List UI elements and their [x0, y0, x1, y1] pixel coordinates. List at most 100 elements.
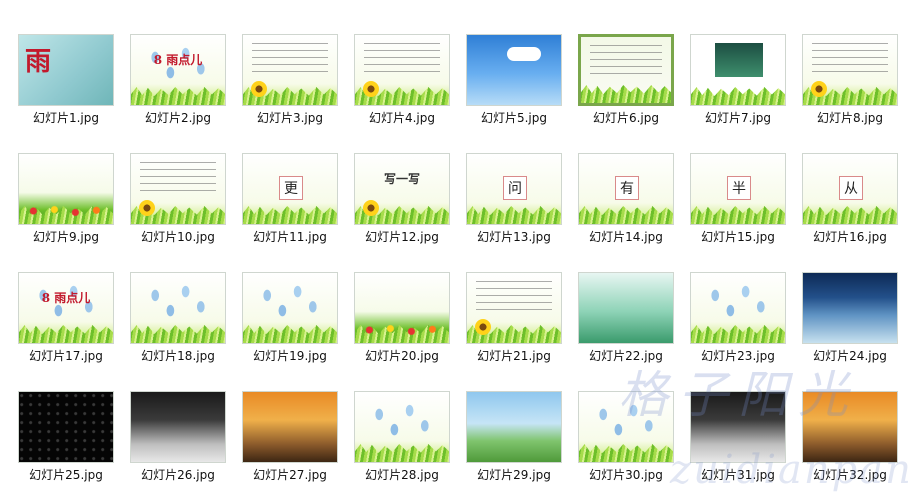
file-thumbnail[interactable]: 从	[802, 153, 898, 225]
file-thumbnail[interactable]: 更	[242, 153, 338, 225]
file-item[interactable]: 幻灯片3.jpg	[234, 34, 346, 154]
thumbnail-grass-graphic	[691, 325, 785, 343]
file-thumbnail[interactable]	[466, 391, 562, 463]
file-item[interactable]: 幻灯片32.jpg	[794, 391, 906, 500]
thumbnail-title: 雨	[25, 47, 52, 77]
file-name-label: 幻灯片7.jpg	[704, 111, 772, 125]
thumbnail-sunflower-graphic	[139, 200, 155, 216]
file-item[interactable]: 雨幻灯片1.jpg	[10, 34, 122, 154]
file-name-label: 幻灯片15.jpg	[701, 230, 775, 244]
file-item[interactable]: 幻灯片5.jpg	[458, 34, 570, 154]
file-thumbnail[interactable]	[242, 391, 338, 463]
thumbnail-grass-graphic	[581, 85, 671, 103]
file-item[interactable]: 幻灯片25.jpg	[10, 391, 122, 500]
file-thumbnail[interactable]	[802, 391, 898, 463]
file-item[interactable]: 幻灯片9.jpg	[10, 153, 122, 273]
file-item[interactable]: 幻灯片26.jpg	[122, 391, 234, 500]
file-thumbnail[interactable]	[242, 34, 338, 106]
file-item[interactable]: 幻灯片6.jpg	[570, 34, 682, 154]
file-item[interactable]: 8 雨点儿 幻灯片17.jpg	[10, 272, 122, 392]
file-item[interactable]: 幻灯片22.jpg	[570, 272, 682, 392]
file-item[interactable]: 幻灯片4.jpg	[346, 34, 458, 154]
file-item[interactable]: 幻灯片27.jpg	[234, 391, 346, 500]
thumbnail-character: 有	[615, 176, 639, 200]
file-thumbnail[interactable]: 8 雨点儿	[130, 34, 226, 106]
file-item[interactable]: 幻灯片24.jpg	[794, 272, 906, 392]
file-thumbnail[interactable]	[690, 34, 786, 106]
file-item[interactable]: 幻灯片23.jpg	[682, 272, 794, 392]
file-item[interactable]: 更幻灯片11.jpg	[234, 153, 346, 273]
file-item[interactable]: 半幻灯片15.jpg	[682, 153, 794, 273]
file-name-label: 幻灯片12.jpg	[365, 230, 439, 244]
file-thumbnail[interactable]	[802, 34, 898, 106]
thumbnail-grass-graphic	[579, 444, 673, 462]
file-thumbnail[interactable]	[130, 391, 226, 463]
thumbnail-grass-graphic	[243, 206, 337, 224]
thumbnail-flowers-graphic	[25, 204, 109, 218]
file-name-label: 幻灯片19.jpg	[253, 349, 327, 363]
file-thumbnail[interactable]: 8 雨点儿	[18, 272, 114, 344]
thumbnail-text-lines-graphic	[812, 43, 888, 79]
file-thumbnail[interactable]	[690, 272, 786, 344]
thumbnail-text-lines-graphic	[476, 281, 552, 317]
file-item[interactable]: 幻灯片8.jpg	[794, 34, 906, 154]
thumbnail-title: 8 雨点儿	[41, 291, 91, 305]
file-thumbnail[interactable]	[354, 391, 450, 463]
file-thumbnail[interactable]: 有	[578, 153, 674, 225]
thumbnail-cloud-graphic	[507, 47, 541, 61]
file-item[interactable]: 幻灯片20.jpg	[346, 272, 458, 392]
file-thumbnail[interactable]	[578, 34, 674, 106]
thumbnail-text-lines-graphic	[364, 43, 440, 79]
file-name-label: 幻灯片4.jpg	[368, 111, 436, 125]
thumbnail-raindrops-graphic	[364, 402, 440, 441]
file-thumbnail[interactable]	[130, 272, 226, 344]
file-item[interactable]: 幻灯片31.jpg	[682, 391, 794, 500]
file-item[interactable]: 幻灯片30.jpg	[570, 391, 682, 500]
file-name-label: 幻灯片32.jpg	[813, 468, 887, 482]
file-thumbnail[interactable]	[466, 272, 562, 344]
file-thumbnail[interactable]: 问	[466, 153, 562, 225]
file-thumbnail[interactable]	[802, 272, 898, 344]
thumbnail-grass-graphic	[131, 87, 225, 105]
file-item[interactable]: 问幻灯片13.jpg	[458, 153, 570, 273]
file-item[interactable]: 幻灯片18.jpg	[122, 272, 234, 392]
file-thumbnail-grid: 雨幻灯片1.jpg 8 雨点儿 幻灯片2.jpg 幻灯片3.jpg 幻灯片4.jpg 幻灯…	[0, 0, 909, 500]
file-thumbnail[interactable]	[242, 272, 338, 344]
thumbnail-sunflower-graphic	[811, 81, 827, 97]
file-thumbnail[interactable]	[18, 153, 114, 225]
file-name-label: 幻灯片11.jpg	[253, 230, 327, 244]
file-thumbnail[interactable]: 雨	[18, 34, 114, 106]
file-name-label: 幻灯片6.jpg	[592, 111, 660, 125]
file-thumbnail[interactable]: 写一写	[354, 153, 450, 225]
file-thumbnail[interactable]: 半	[690, 153, 786, 225]
thumbnail-sunflower-graphic	[251, 81, 267, 97]
file-name-label: 幻灯片27.jpg	[253, 468, 327, 482]
file-thumbnail[interactable]	[354, 34, 450, 106]
file-item[interactable]: 有幻灯片14.jpg	[570, 153, 682, 273]
file-item[interactable]: 幻灯片10.jpg	[122, 153, 234, 273]
file-item[interactable]: 写一写幻灯片12.jpg	[346, 153, 458, 273]
file-item[interactable]: 8 雨点儿 幻灯片2.jpg	[122, 34, 234, 154]
thumbnail-title: 写一写	[383, 172, 420, 186]
file-item[interactable]: 幻灯片21.jpg	[458, 272, 570, 392]
file-item[interactable]: 幻灯片29.jpg	[458, 391, 570, 500]
file-thumbnail[interactable]	[690, 391, 786, 463]
file-thumbnail[interactable]	[18, 391, 114, 463]
thumbnail-text-lines-graphic	[140, 162, 216, 198]
thumbnail-title: 8 雨点儿	[153, 53, 203, 67]
file-name-label: 幻灯片5.jpg	[480, 111, 548, 125]
thumbnail-grass-graphic	[131, 325, 225, 343]
file-name-label: 幻灯片24.jpg	[813, 349, 887, 363]
file-name-label: 幻灯片9.jpg	[32, 230, 100, 244]
file-item[interactable]: 幻灯片28.jpg	[346, 391, 458, 500]
file-thumbnail[interactable]	[578, 391, 674, 463]
file-item[interactable]: 幻灯片7.jpg	[682, 34, 794, 154]
file-item[interactable]: 从幻灯片16.jpg	[794, 153, 906, 273]
file-item[interactable]: 幻灯片19.jpg	[234, 272, 346, 392]
file-name-label: 幻灯片1.jpg	[32, 111, 100, 125]
file-thumbnail[interactable]	[354, 272, 450, 344]
file-thumbnail[interactable]	[466, 34, 562, 106]
file-thumbnail[interactable]	[130, 153, 226, 225]
thumbnail-sunflower-graphic	[475, 319, 491, 335]
file-thumbnail[interactable]	[578, 272, 674, 344]
